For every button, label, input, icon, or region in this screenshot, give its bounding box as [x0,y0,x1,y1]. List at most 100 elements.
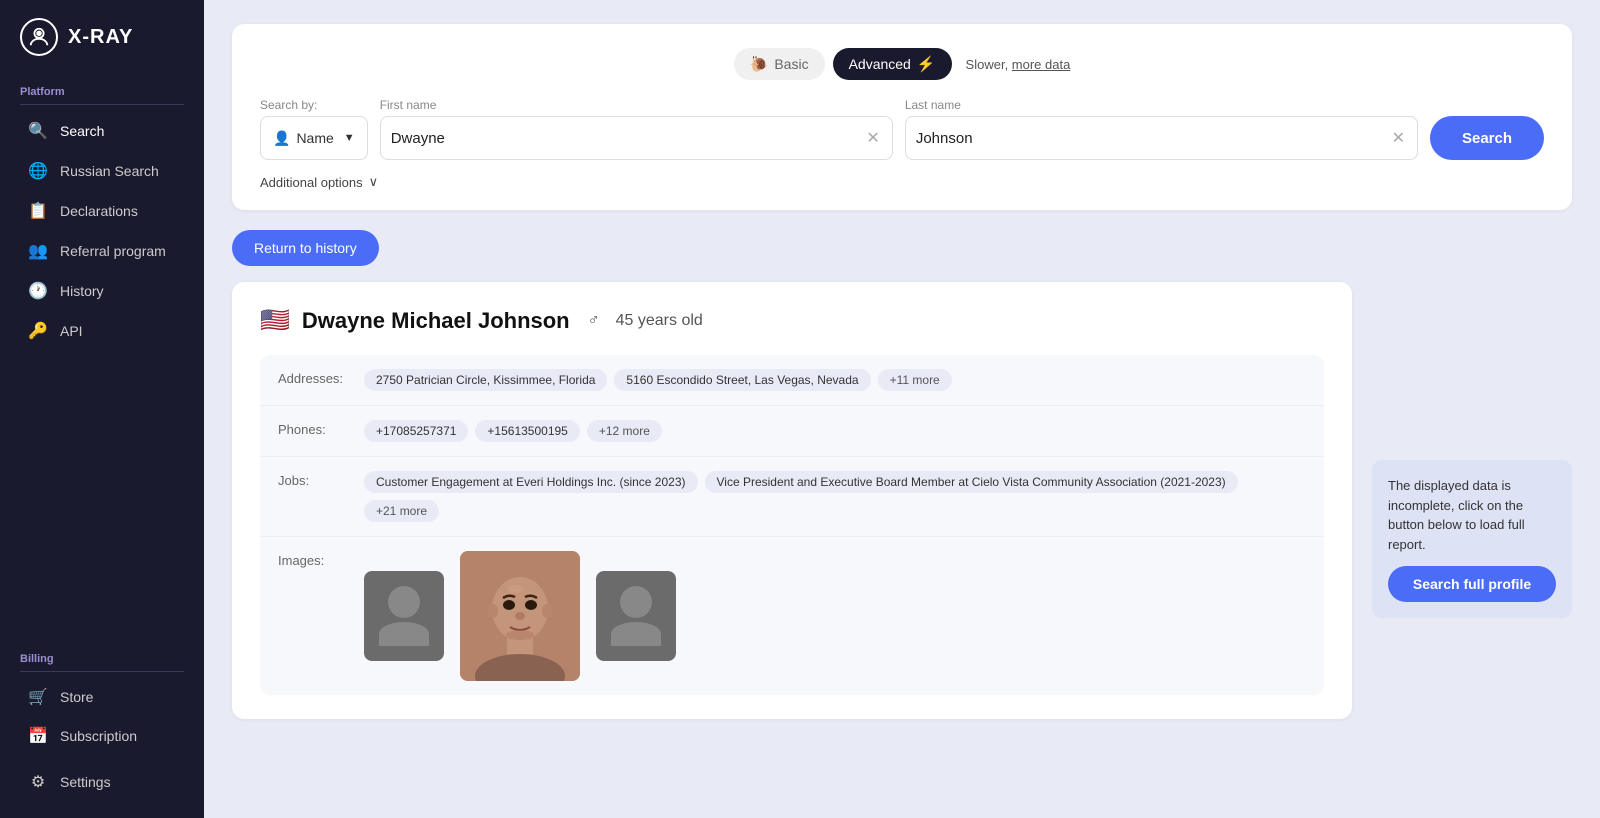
person-photo [460,551,580,681]
result-header: 🇺🇸 Dwayne Michael Johnson ♂ 45 years old [260,306,1324,335]
avatar-placeholder-2 [596,571,676,661]
sidebar-bottom: Billing 🛒 Store 📅 Subscription ⚙ Setting… [0,637,204,818]
first-name-label: First name [380,98,893,112]
search-full-profile-button[interactable]: Search full profile [1388,566,1556,602]
basic-mode-button[interactable]: 🐌 Basic [734,48,825,80]
result-card: 🇺🇸 Dwayne Michael Johnson ♂ 45 years old… [232,282,1352,719]
chevron-down-icon: ▼ [344,132,355,144]
jobs-label: Jobs: [278,471,348,488]
images-label: Images: [278,551,348,568]
sidebar-item-declarations[interactable]: 📋 Declarations [8,192,196,230]
first-name-input-wrap: ✕ [380,116,893,160]
search-panel: 🐌 Basic Advanced ⚡ Slower, more data Sea… [232,24,1572,210]
logo: X-RAY [0,0,204,74]
declarations-icon: 📋 [28,201,48,221]
last-name-input[interactable] [916,130,1390,147]
person-icon: 👤 [273,130,290,147]
sidebar-item-history-label: History [60,283,104,299]
sidebar-item-settings-label: Settings [60,774,111,790]
result-gender: ♂ [588,312,600,330]
first-name-field: First name ✕ [380,98,893,160]
job-tag-0: Customer Engagement at Everi Holdings In… [364,471,698,493]
chevron-down-icon: ∨ [369,174,379,190]
name-select[interactable]: 👤 Name ▼ [260,116,368,160]
basic-label: Basic [774,56,808,72]
avatar-head-1 [388,586,420,618]
billing-divider [20,671,184,672]
job-tag-1: Vice President and Executive Board Membe… [705,471,1238,493]
sidebar-item-history[interactable]: 🕐 History [8,272,196,310]
last-name-clear-button[interactable]: ✕ [1390,126,1407,150]
sidebar-item-settings[interactable]: ⚙ Settings [8,763,196,801]
main-content: 🐌 Basic Advanced ⚡ Slower, more data Sea… [204,0,1600,818]
platform-divider [20,104,184,105]
advanced-icon: ⚡ [917,55,936,73]
first-name-clear-button[interactable]: ✕ [864,126,881,150]
name-select-label: Name [296,130,333,146]
address-tag-more[interactable]: +11 more [878,369,952,391]
phone-tag-more[interactable]: +12 more [587,420,662,442]
result-flag: 🇺🇸 [260,306,290,335]
sidebar-item-referral-label: Referral program [60,243,166,259]
sidebar-item-api[interactable]: 🔑 API [8,312,196,350]
sidebar-item-russian-label: Russian Search [60,163,159,179]
last-name-label: Last name [905,98,1418,112]
search-button[interactable]: Search [1430,116,1544,160]
sidebar-item-subscription-label: Subscription [60,728,137,744]
addresses-row: Addresses: 2750 Patrician Circle, Kissim… [260,355,1324,406]
search-by-label: Search by: [260,98,368,112]
billing-label: Billing [0,637,204,669]
sidebar: X-RAY Platform 🔍 Search 🌐 Russian Search… [0,0,204,818]
job-tag-more[interactable]: +21 more [364,500,439,522]
search-by-container: Search by: 👤 Name ▼ [260,98,368,160]
last-name-input-wrap: ✕ [905,116,1418,160]
logo-text: X-RAY [68,26,133,49]
logo-icon [20,18,58,56]
phones-tags: +17085257371 +15613500195 +12 more [364,420,1306,442]
sidebar-item-search[interactable]: 🔍 Search [8,112,196,150]
sidebar-item-store-label: Store [60,689,93,705]
jobs-row: Jobs: Customer Engagement at Everi Holdi… [260,457,1324,537]
first-name-input[interactable] [391,130,865,147]
images-row: Images: [260,537,1324,695]
content-area: Return to history 🇺🇸 Dwayne Michael John… [232,230,1572,719]
sidebar-item-subscription[interactable]: 📅 Subscription [8,717,196,755]
advanced-mode-button[interactable]: Advanced ⚡ [833,48,952,80]
api-icon: 🔑 [28,321,48,341]
last-name-field: Last name ✕ [905,98,1418,160]
result-area: Return to history 🇺🇸 Dwayne Michael John… [232,230,1352,719]
addresses-tags: 2750 Patrician Circle, Kissimmee, Florid… [364,369,1306,391]
images-container [364,551,676,681]
result-age: 45 years old [616,312,703,330]
result-name: Dwayne Michael Johnson [302,308,570,334]
result-details: Addresses: 2750 Patrician Circle, Kissim… [260,355,1324,695]
mode-switcher: 🐌 Basic Advanced ⚡ Slower, more data [260,48,1544,80]
advanced-label: Advanced [849,56,911,72]
phones-label: Phones: [278,420,348,437]
phone-tag-1: +15613500195 [475,420,579,442]
jobs-tags: Customer Engagement at Everi Holdings In… [364,471,1306,522]
avatar-placeholder-1 [364,571,444,661]
address-tag-0: 2750 Patrician Circle, Kissimmee, Florid… [364,369,607,391]
additional-options[interactable]: Additional options ∨ [260,174,1544,190]
return-to-history-button[interactable]: Return to history [232,230,379,266]
sidebar-item-russian-search[interactable]: 🌐 Russian Search [8,152,196,190]
avatar-head-2 [620,586,652,618]
basic-icon: 🐌 [750,55,769,73]
phone-tag-0: +17085257371 [364,420,468,442]
referral-icon: 👥 [28,241,48,261]
subscription-icon: 📅 [28,726,48,746]
mode-hint: Slower, more data [966,57,1071,72]
address-tag-1: 5160 Escondido Street, Las Vegas, Nevada [614,369,870,391]
sidebar-item-api-label: API [60,323,83,339]
sidebar-item-store[interactable]: 🛒 Store [8,678,196,716]
tooltip-text: The displayed data is incomplete, click … [1388,478,1525,552]
sidebar-item-search-label: Search [60,123,104,139]
store-icon: 🛒 [28,687,48,707]
more-data-link[interactable]: more data [1012,57,1071,72]
sidebar-item-referral[interactable]: 👥 Referral program [8,232,196,270]
sidebar-item-declarations-label: Declarations [60,203,138,219]
avatar-body-2 [611,622,661,646]
search-icon: 🔍 [28,121,48,141]
avatar-body-1 [379,622,429,646]
